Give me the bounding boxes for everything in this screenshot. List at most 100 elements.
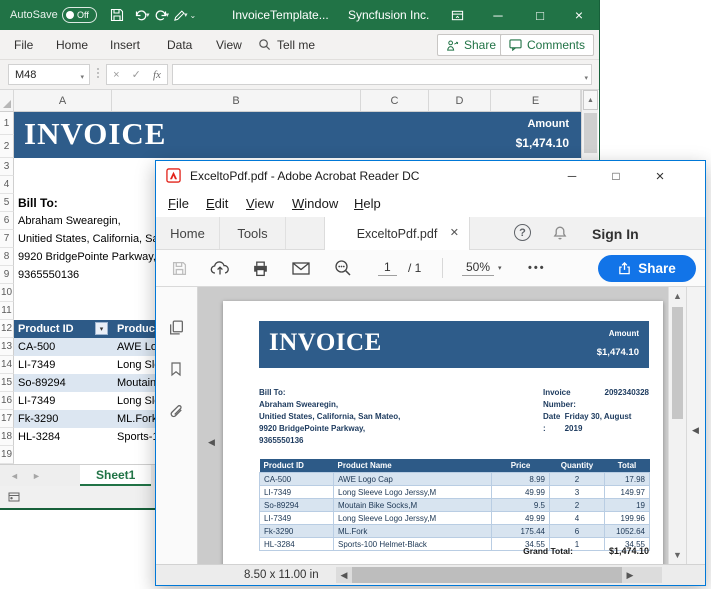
scroll-left-icon[interactable]: ◀ <box>336 570 352 581</box>
column-header-b[interactable]: B <box>112 90 361 111</box>
page-thumbnails-icon[interactable] <box>168 319 185 336</box>
draw-button[interactable]: ▾ <box>173 9 188 22</box>
column-header-e[interactable]: E <box>491 90 581 111</box>
ribbon-comments-button[interactable]: Comments <box>500 34 594 56</box>
row-header[interactable]: 14 <box>0 356 14 374</box>
pdf-maximize-button[interactable]: □ <box>598 161 634 191</box>
sign-in-button[interactable]: Sign In <box>592 217 639 250</box>
pdf-titlebar[interactable]: ExceltoPdf.pdf - Adobe Acrobat Reader DC… <box>156 161 705 191</box>
tab-tools[interactable]: Tools <box>220 217 286 249</box>
row-header[interactable]: 10 <box>0 284 14 302</box>
row-header[interactable]: 3 <box>0 158 14 176</box>
tab-close-icon[interactable]: ✕ <box>450 227 459 239</box>
collapse-pane-left-icon[interactable]: ◀ <box>208 437 215 448</box>
sheet-tab-sheet1[interactable]: Sheet1 <box>80 465 151 486</box>
zoom-level-dropdown[interactable]: 50% ▾ <box>462 250 502 286</box>
sheet-nav-right-icon[interactable]: ► <box>32 465 41 487</box>
save-icon[interactable] <box>110 8 124 22</box>
help-icon[interactable]: ? <box>514 224 531 241</box>
excel-titlebar[interactable]: AutoSave Off ▾ ▾ <box>0 0 599 30</box>
pdf-minimize-button[interactable]: ─ <box>554 161 590 191</box>
excel-maximize-button[interactable]: □ <box>523 0 557 30</box>
pdf-hscrollbar-thumb[interactable] <box>352 567 622 583</box>
customize-qat-icon[interactable]: ⌄ <box>190 11 197 20</box>
ribbon-share-button[interactable]: Share <box>437 34 505 56</box>
macro-record-icon[interactable] <box>8 491 20 503</box>
tab-home[interactable]: Home <box>156 217 220 249</box>
formula-input[interactable]: ▾ <box>172 64 592 85</box>
row-header[interactable]: 4 <box>0 176 14 194</box>
row-header[interactable]: 19 <box>0 446 14 464</box>
excel-header-product-id: Product ID <box>18 320 74 338</box>
confirm-entry-icon[interactable]: ✓ <box>132 68 141 81</box>
row-header[interactable]: 13 <box>0 338 14 356</box>
cloud-upload-icon[interactable] <box>210 250 230 286</box>
page-number-input[interactable]: 1 <box>378 250 397 286</box>
tell-me-box[interactable]: Tell me <box>258 30 315 59</box>
row-header[interactable]: 15 <box>0 374 14 392</box>
tab-file[interactable]: File <box>10 30 37 59</box>
menu-view[interactable]: View <box>246 191 274 217</box>
row-header[interactable]: 1 <box>0 112 14 135</box>
insert-function-icon[interactable]: fx <box>153 69 161 81</box>
pdf-vertical-scrollbar[interactable]: ▲ ▼ <box>668 287 686 564</box>
ribbon-display-options-button[interactable] <box>440 0 474 30</box>
scroll-down-icon[interactable]: ▼ <box>669 550 686 560</box>
zoom-search-icon[interactable] <box>334 250 352 286</box>
cancel-entry-icon[interactable]: × <box>113 69 119 81</box>
row-header[interactable]: 9 <box>0 266 14 284</box>
formula-bar-expand-icon[interactable]: ▾ <box>584 74 588 82</box>
scroll-up-icon[interactable]: ▲ <box>583 90 598 110</box>
tab-insert[interactable]: Insert <box>106 30 144 59</box>
print-icon[interactable] <box>252 250 269 286</box>
scroll-right-icon[interactable]: ▶ <box>622 570 638 581</box>
column-header-d[interactable]: D <box>429 90 491 111</box>
expand-tools-pane-icon[interactable]: ◀ <box>692 425 699 436</box>
name-box-caret-icon[interactable]: ▾ <box>80 73 84 81</box>
undo-button[interactable]: ▾ <box>134 9 150 21</box>
row-header[interactable]: 17 <box>0 410 14 428</box>
row-header[interactable]: 8 <box>0 248 14 266</box>
row-header[interactable]: 12 <box>0 320 14 338</box>
select-all-corner[interactable] <box>0 90 14 111</box>
row-header[interactable]: 5 <box>0 194 14 212</box>
filter-dropdown-icon[interactable]: ▾ <box>95 322 108 335</box>
excel-scrollbar-thumb[interactable] <box>584 113 597 153</box>
row-header[interactable]: 2 <box>0 135 14 158</box>
menu-help[interactable]: Help <box>354 191 381 217</box>
page-count-label: / 1 <box>408 250 421 286</box>
more-tools-button[interactable]: ••• <box>528 250 546 286</box>
menu-window[interactable]: Window <box>292 191 338 217</box>
redo-button[interactable]: ▾ <box>154 9 170 21</box>
tab-home[interactable]: Home <box>52 30 92 59</box>
excel-minimize-button[interactable]: ─ <box>481 0 515 30</box>
pdf-scrollbar-thumb[interactable] <box>672 307 683 419</box>
pdf-horizontal-scrollbar[interactable]: ◀ ▶ <box>336 567 662 583</box>
scroll-up-icon[interactable]: ▲ <box>669 291 686 301</box>
tab-data[interactable]: Data <box>163 30 196 59</box>
tab-document[interactable]: ExceltoPdf.pdf ✕ <box>324 217 470 250</box>
attachments-paperclip-icon[interactable] <box>168 403 185 420</box>
excel-close-button[interactable]: × <box>562 0 596 30</box>
row-header[interactable]: 11 <box>0 302 14 320</box>
row-header[interactable]: 16 <box>0 392 14 410</box>
menu-file[interactable]: File <box>168 191 189 217</box>
save-icon[interactable] <box>172 250 187 286</box>
email-icon[interactable] <box>292 250 310 286</box>
sheet-nav-left-icon[interactable]: ◄ <box>10 465 19 487</box>
row-header[interactable]: 6 <box>0 212 14 230</box>
column-header-a[interactable]: A <box>14 90 112 111</box>
row-header[interactable]: 7 <box>0 230 14 248</box>
notifications-bell-icon[interactable] <box>552 225 568 241</box>
menu-edit[interactable]: Edit <box>206 191 228 217</box>
tab-view[interactable]: View <box>212 30 246 59</box>
header-price: Price <box>492 459 550 473</box>
name-box[interactable]: M48 ▾ <box>8 64 90 85</box>
autosave-toggle[interactable]: Off <box>62 0 97 30</box>
pdf-close-button[interactable]: × <box>642 161 678 191</box>
pdf-share-button[interactable]: Share <box>598 255 696 282</box>
pdf-right-pane-strip[interactable]: ◀ <box>686 287 705 564</box>
bookmarks-icon[interactable] <box>168 361 184 377</box>
column-header-c[interactable]: C <box>361 90 429 111</box>
row-header[interactable]: 18 <box>0 428 14 446</box>
